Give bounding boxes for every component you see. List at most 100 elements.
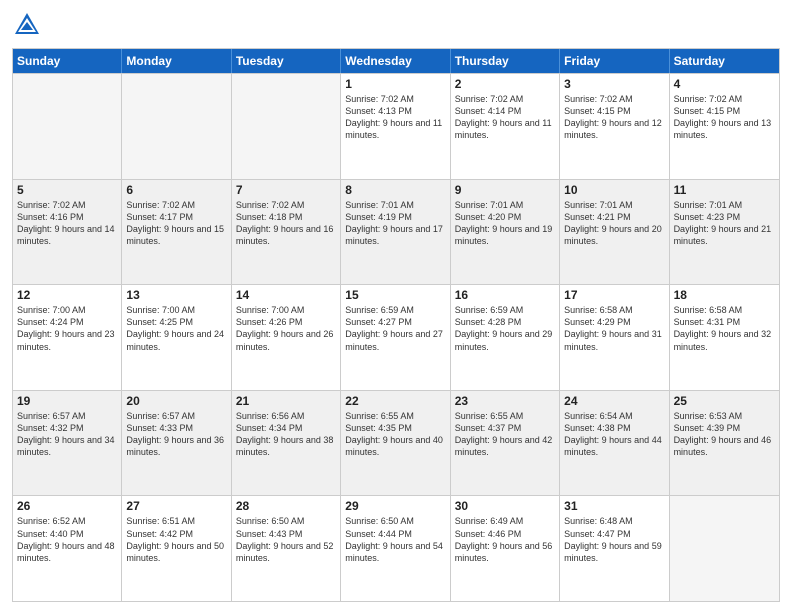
calendar-cell: 24 Sunrise: 6:54 AM Sunset: 4:38 PM Dayli… xyxy=(560,391,669,496)
day-number: 18 xyxy=(674,288,775,302)
calendar-cell: 6 Sunrise: 7:02 AM Sunset: 4:17 PM Daylig… xyxy=(122,180,231,285)
calendar-cell: 10 Sunrise: 7:01 AM Sunset: 4:21 PM Dayli… xyxy=(560,180,669,285)
day-number: 25 xyxy=(674,394,775,408)
cell-info: Sunrise: 7:01 AM Sunset: 4:19 PM Dayligh… xyxy=(345,199,445,248)
day-number: 16 xyxy=(455,288,555,302)
day-number: 6 xyxy=(126,183,226,197)
day-number: 11 xyxy=(674,183,775,197)
cell-info: Sunrise: 6:51 AM Sunset: 4:42 PM Dayligh… xyxy=(126,515,226,564)
day-number: 22 xyxy=(345,394,445,408)
day-number: 19 xyxy=(17,394,117,408)
calendar-cell: 31 Sunrise: 6:48 AM Sunset: 4:47 PM Dayli… xyxy=(560,496,669,601)
calendar-cell: 18 Sunrise: 6:58 AM Sunset: 4:31 PM Dayli… xyxy=(670,285,779,390)
calendar-cell: 8 Sunrise: 7:01 AM Sunset: 4:19 PM Daylig… xyxy=(341,180,450,285)
day-number: 13 xyxy=(126,288,226,302)
calendar-cell: 19 Sunrise: 6:57 AM Sunset: 4:32 PM Dayli… xyxy=(13,391,122,496)
calendar-row: 12 Sunrise: 7:00 AM Sunset: 4:24 PM Dayli… xyxy=(13,284,779,390)
day-number: 30 xyxy=(455,499,555,513)
calendar-cell xyxy=(13,74,122,179)
calendar-cell: 7 Sunrise: 7:02 AM Sunset: 4:18 PM Daylig… xyxy=(232,180,341,285)
calendar-cell: 9Sunrise: 7:01 AM Sunset: 4:20 PM Daylig… xyxy=(451,180,560,285)
cell-info: Sunrise: 7:00 AM Sunset: 4:24 PM Dayligh… xyxy=(17,304,117,353)
day-number: 10 xyxy=(564,183,664,197)
calendar-cell: 23 Sunrise: 6:55 AM Sunset: 4:37 PM Dayli… xyxy=(451,391,560,496)
cell-info: Sunrise: 7:01 AM Sunset: 4:23 PM Dayligh… xyxy=(674,199,775,248)
cell-info: Sunrise: 6:50 AM Sunset: 4:44 PM Dayligh… xyxy=(345,515,445,564)
calendar-cell xyxy=(670,496,779,601)
cell-info: Sunrise: 6:50 AM Sunset: 4:43 PM Dayligh… xyxy=(236,515,336,564)
cell-info: Sunrise: 6:55 AM Sunset: 4:37 PM Dayligh… xyxy=(455,410,555,459)
calendar-header: SundayMondayTuesdayWednesdayThursdayFrid… xyxy=(13,49,779,73)
weekday-header: Wednesday xyxy=(341,49,450,73)
day-number: 26 xyxy=(17,499,117,513)
cell-info: Sunrise: 6:55 AM Sunset: 4:35 PM Dayligh… xyxy=(345,410,445,459)
weekday-header: Sunday xyxy=(13,49,122,73)
day-number: 24 xyxy=(564,394,664,408)
calendar-body: 1 Sunrise: 7:02 AM Sunset: 4:13 PM Daylig… xyxy=(13,73,779,601)
calendar-cell xyxy=(122,74,231,179)
day-number: 23 xyxy=(455,394,555,408)
calendar-cell: 4 Sunrise: 7:02 AM Sunset: 4:15 PM Daylig… xyxy=(670,74,779,179)
cell-info: Sunrise: 6:58 AM Sunset: 4:31 PM Dayligh… xyxy=(674,304,775,353)
calendar-cell: 1 Sunrise: 7:02 AM Sunset: 4:13 PM Daylig… xyxy=(341,74,450,179)
day-number: 15 xyxy=(345,288,445,302)
calendar-cell: 14 Sunrise: 7:00 AM Sunset: 4:26 PM Dayli… xyxy=(232,285,341,390)
day-number: 5 xyxy=(17,183,117,197)
cell-info: Sunrise: 6:59 AM Sunset: 4:27 PM Dayligh… xyxy=(345,304,445,353)
cell-info: Sunrise: 7:02 AM Sunset: 4:15 PM Dayligh… xyxy=(674,93,775,142)
day-number: 31 xyxy=(564,499,664,513)
calendar-cell: 30Sunrise: 6:49 AM Sunset: 4:46 PM Dayli… xyxy=(451,496,560,601)
calendar-cell: 15 Sunrise: 6:59 AM Sunset: 4:27 PM Dayli… xyxy=(341,285,450,390)
day-number: 28 xyxy=(236,499,336,513)
cell-info: Sunrise: 7:02 AM Sunset: 4:18 PM Dayligh… xyxy=(236,199,336,248)
day-number: 4 xyxy=(674,77,775,91)
cell-info: Sunrise: 7:02 AM Sunset: 4:13 PM Dayligh… xyxy=(345,93,445,142)
calendar-cell: 29Sunrise: 6:50 AM Sunset: 4:44 PM Dayli… xyxy=(341,496,450,601)
day-number: 7 xyxy=(236,183,336,197)
calendar-row: 1 Sunrise: 7:02 AM Sunset: 4:13 PM Daylig… xyxy=(13,73,779,179)
cell-info: Sunrise: 6:56 AM Sunset: 4:34 PM Dayligh… xyxy=(236,410,336,459)
weekday-header: Thursday xyxy=(451,49,560,73)
day-number: 21 xyxy=(236,394,336,408)
logo-icon xyxy=(12,10,42,40)
logo xyxy=(12,10,44,40)
day-number: 27 xyxy=(126,499,226,513)
day-number: 14 xyxy=(236,288,336,302)
page-header xyxy=(12,10,780,40)
cell-info: Sunrise: 7:02 AM Sunset: 4:17 PM Dayligh… xyxy=(126,199,226,248)
calendar-row: 19 Sunrise: 6:57 AM Sunset: 4:32 PM Dayli… xyxy=(13,390,779,496)
calendar-cell: 5 Sunrise: 7:02 AM Sunset: 4:16 PM Daylig… xyxy=(13,180,122,285)
calendar-cell: 16 Sunrise: 6:59 AM Sunset: 4:28 PM Dayli… xyxy=(451,285,560,390)
weekday-header: Friday xyxy=(560,49,669,73)
calendar-cell xyxy=(232,74,341,179)
calendar-cell: 22 Sunrise: 6:55 AM Sunset: 4:35 PM Dayli… xyxy=(341,391,450,496)
calendar-cell: 3Sunrise: 7:02 AM Sunset: 4:15 PM Daylig… xyxy=(560,74,669,179)
day-number: 2 xyxy=(455,77,555,91)
day-number: 17 xyxy=(564,288,664,302)
cell-info: Sunrise: 6:54 AM Sunset: 4:38 PM Dayligh… xyxy=(564,410,664,459)
weekday-header: Tuesday xyxy=(232,49,341,73)
cell-info: Sunrise: 6:59 AM Sunset: 4:28 PM Dayligh… xyxy=(455,304,555,353)
weekday-header: Saturday xyxy=(670,49,779,73)
cell-info: Sunrise: 6:53 AM Sunset: 4:39 PM Dayligh… xyxy=(674,410,775,459)
cell-info: Sunrise: 6:48 AM Sunset: 4:47 PM Dayligh… xyxy=(564,515,664,564)
cell-info: Sunrise: 7:02 AM Sunset: 4:16 PM Dayligh… xyxy=(17,199,117,248)
cell-info: Sunrise: 7:01 AM Sunset: 4:20 PM Dayligh… xyxy=(455,199,555,248)
calendar-cell: 17 Sunrise: 6:58 AM Sunset: 4:29 PM Dayli… xyxy=(560,285,669,390)
calendar-cell: 21 Sunrise: 6:56 AM Sunset: 4:34 PM Dayli… xyxy=(232,391,341,496)
calendar-cell: 20Sunrise: 6:57 AM Sunset: 4:33 PM Dayli… xyxy=(122,391,231,496)
calendar-cell: 27 Sunrise: 6:51 AM Sunset: 4:42 PM Dayli… xyxy=(122,496,231,601)
cell-info: Sunrise: 7:02 AM Sunset: 4:14 PM Dayligh… xyxy=(455,93,555,142)
calendar-cell: 25 Sunrise: 6:53 AM Sunset: 4:39 PM Dayli… xyxy=(670,391,779,496)
calendar-cell: 12 Sunrise: 7:00 AM Sunset: 4:24 PM Dayli… xyxy=(13,285,122,390)
day-number: 8 xyxy=(345,183,445,197)
day-number: 12 xyxy=(17,288,117,302)
cell-info: Sunrise: 7:02 AM Sunset: 4:15 PM Dayligh… xyxy=(564,93,664,142)
cell-info: Sunrise: 6:58 AM Sunset: 4:29 PM Dayligh… xyxy=(564,304,664,353)
cell-info: Sunrise: 7:01 AM Sunset: 4:21 PM Dayligh… xyxy=(564,199,664,248)
cell-info: Sunrise: 7:00 AM Sunset: 4:26 PM Dayligh… xyxy=(236,304,336,353)
day-number: 1 xyxy=(345,77,445,91)
calendar-cell: 28 Sunrise: 6:50 AM Sunset: 4:43 PM Dayli… xyxy=(232,496,341,601)
calendar-row: 5 Sunrise: 7:02 AM Sunset: 4:16 PM Daylig… xyxy=(13,179,779,285)
cell-info: Sunrise: 6:57 AM Sunset: 4:32 PM Dayligh… xyxy=(17,410,117,459)
